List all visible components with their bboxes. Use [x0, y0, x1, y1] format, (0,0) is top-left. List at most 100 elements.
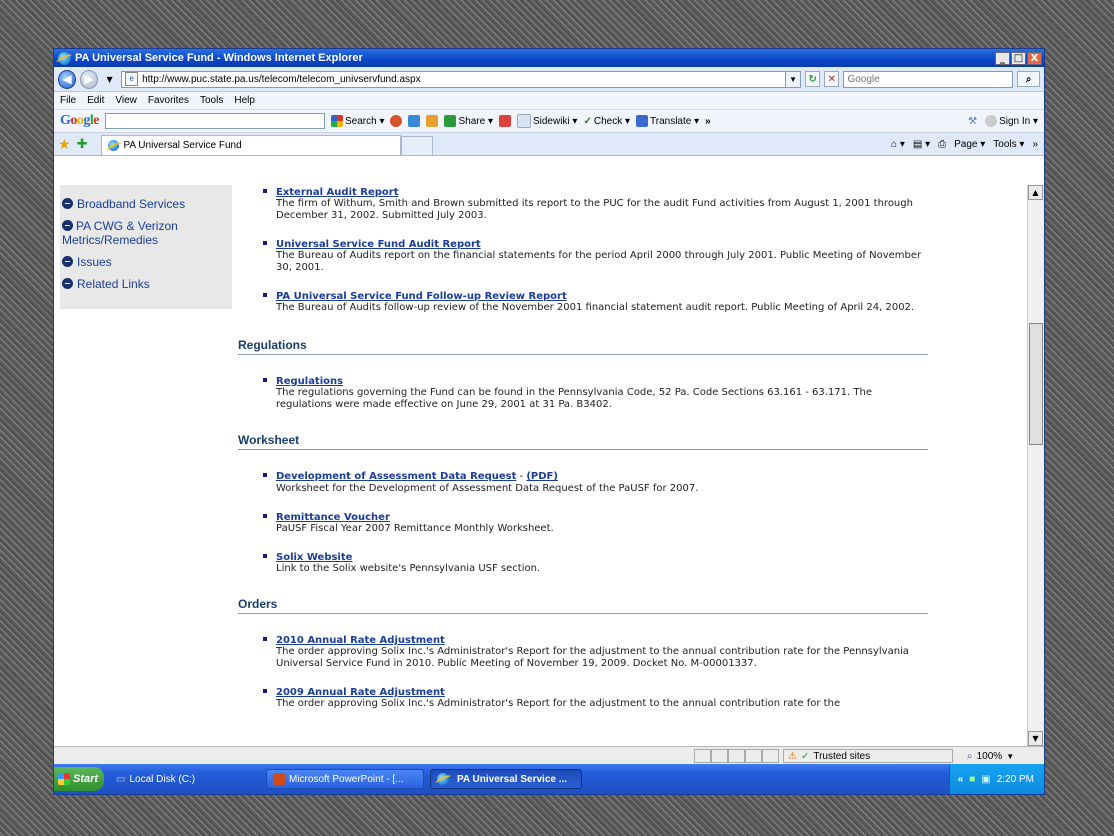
zoom-dropdown-icon: ▼ — [1006, 751, 1015, 761]
sidebar-item-issues[interactable]: Issues — [60, 251, 232, 273]
minimize-button[interactable]: _ — [995, 51, 1010, 65]
follow-up-review-link[interactable]: PA Universal Service Fund Follow-up Revi… — [276, 291, 567, 302]
popup-icon[interactable] — [390, 115, 403, 127]
regulations-link[interactable]: Regulations — [276, 376, 343, 387]
translate-label: Translate ▾ — [650, 115, 700, 127]
monitor-icon[interactable]: ▣ — [981, 774, 990, 785]
zoom-control[interactable]: ⌕ 100% ▼ — [967, 751, 1014, 762]
check-label: Check ▾ — [593, 115, 630, 127]
toolbar-more-chevron[interactable]: » — [705, 116, 711, 127]
back-button[interactable]: ◀ — [58, 69, 77, 89]
menu-tools[interactable]: Tools — [200, 95, 223, 106]
bullet-icon — [62, 198, 73, 209]
address-url: http://www.puc.state.pa.us/telecom/telec… — [142, 73, 421, 85]
search-input[interactable]: Google — [843, 70, 1014, 88]
address-dropdown-icon[interactable]: ▼ — [785, 71, 801, 87]
home-button[interactable]: ⌂ ▾ — [891, 139, 905, 150]
taskbar-item-ie[interactable]: PA Universal Service ... — [430, 769, 582, 789]
item-description: Link to the Solix website's Pennsylvania… — [276, 563, 541, 574]
external-audit-report-link[interactable]: External Audit Report — [276, 187, 398, 198]
solix-website-link[interactable]: Solix Website — [276, 552, 352, 563]
recent-pages-dropdown-icon[interactable]: ▼ — [102, 71, 117, 87]
print-button[interactable]: ⎙ — [938, 139, 946, 150]
vertical-scrollbar[interactable]: ▲ ▼ — [1027, 185, 1044, 746]
scroll-down-arrow-icon[interactable]: ▼ — [1028, 731, 1043, 746]
tab-ie-icon — [108, 140, 120, 151]
item-description: The Bureau of Audits report on the finan… — [276, 250, 922, 273]
sign-in-button[interactable]: Sign In ▾ — [985, 115, 1038, 127]
item-description: The order approving Solix Inc.'s Adminis… — [276, 698, 841, 709]
translate-button[interactable]: Translate ▾ — [636, 115, 699, 127]
maximize-button[interactable]: □ — [1011, 51, 1026, 65]
windows-flag-icon — [58, 773, 70, 785]
sidebar-item-label: Broadband Services — [77, 197, 186, 211]
tab-pa-universal-service-fund[interactable]: PA Universal Service Fund — [101, 135, 402, 155]
ie-icon — [58, 51, 71, 65]
command-more-chevron[interactable]: » — [1032, 139, 1038, 150]
tab-label: PA Universal Service Fund — [123, 140, 242, 151]
address-input[interactable]: e http://www.puc.state.pa.us/telecom/tel… — [121, 70, 802, 88]
list-item: Universal Service Fund Audit Report The … — [238, 238, 928, 274]
sidebar-item-pa-cwg-verizon[interactable]: PA CWG & Verizon Metrics/Remedies — [60, 215, 232, 251]
rate-adjustment-2010-link[interactable]: 2010 Annual Rate Adjustment — [276, 635, 445, 646]
tools-menu[interactable]: Tools ▾ — [993, 139, 1024, 150]
scroll-up-arrow-icon[interactable]: ▲ — [1028, 185, 1043, 200]
drive-icon: ▭ — [116, 773, 126, 785]
scroll-thumb[interactable] — [1029, 323, 1043, 445]
google-search-input[interactable] — [105, 113, 325, 129]
page-menu[interactable]: Page ▾ — [954, 139, 985, 150]
bookmark-icon[interactable] — [498, 115, 511, 127]
menu-edit[interactable]: Edit — [87, 95, 104, 106]
check-button[interactable]: ✓ Check ▾ — [583, 116, 630, 127]
command-bar: ⌂ ▾ ▤ ▾ ⎙ Page ▾ Tools ▾ » — [891, 139, 1044, 150]
feeds-button[interactable]: ▤ ▾ — [913, 139, 930, 150]
taskbar-item-local-disk[interactable]: ▭ Local Disk (C:) — [110, 769, 260, 789]
checkmark-icon: ✓ — [800, 750, 810, 762]
wrench-icon[interactable]: ⚒ — [968, 116, 977, 127]
new-tab-button[interactable] — [401, 136, 434, 156]
close-button[interactable]: X — [1027, 51, 1042, 65]
rate-adjustment-2009-link[interactable]: 2009 Annual Rate Adjustment — [276, 687, 445, 698]
add-favorites-icon[interactable]: ✚ — [77, 136, 88, 152]
google-search-button[interactable]: Search ▾ — [331, 115, 384, 127]
menu-view[interactable]: View — [115, 95, 137, 106]
sidewiki-button[interactable]: Sidewiki ▾ — [516, 114, 578, 128]
pdf-link[interactable]: (PDF) — [526, 471, 558, 482]
network-icon[interactable]: ■ — [969, 774, 975, 785]
search-button-icon[interactable]: ⌕ — [1017, 71, 1040, 87]
clock[interactable]: 2:20 PM — [997, 774, 1034, 785]
sidebar-item-broadband-services[interactable]: Broadband Services — [60, 193, 232, 215]
list-item: Remittance Voucher PaUSF Fiscal Year 200… — [238, 511, 928, 535]
title-bar: PA Universal Service Fund - Windows Inte… — [54, 49, 1044, 67]
taskbar-item-powerpoint[interactable]: Microsoft PowerPoint - [... — [266, 769, 424, 789]
sidebar-item-related-links[interactable]: Related Links — [60, 273, 232, 295]
bullet-icon — [62, 256, 73, 267]
search-placeholder: Google — [847, 73, 880, 85]
refresh-icon[interactable]: ↻ — [805, 71, 821, 87]
menu-help[interactable]: Help — [234, 95, 255, 106]
share-button[interactable]: Share ▾ — [444, 115, 493, 127]
favorites-star-icon[interactable]: ★ — [58, 136, 71, 153]
user-icon — [985, 115, 998, 127]
status-cell — [762, 749, 779, 763]
google-g-icon — [331, 115, 343, 127]
section-heading-worksheet: Worksheet — [238, 433, 928, 450]
sidewiki-label: Sidewiki ▾ — [532, 115, 578, 127]
tray-expand-icon[interactable]: « — [958, 774, 964, 785]
menu-favorites[interactable]: Favorites — [148, 95, 189, 106]
list-item: PA Universal Service Fund Follow-up Revi… — [238, 290, 928, 314]
usf-audit-report-link[interactable]: Universal Service Fund Audit Report — [276, 239, 481, 250]
tab-bar: ★ ✚ PA Universal Service Fund ⌂ ▾ ▤ ▾ ⎙ … — [54, 133, 1044, 156]
remittance-voucher-link[interactable]: Remittance Voucher — [276, 512, 390, 523]
security-zone[interactable]: ⚠ ✓ Trusted sites — [783, 749, 953, 763]
stop-icon[interactable]: ✕ — [824, 71, 840, 87]
start-button[interactable]: Start — [54, 767, 104, 791]
pencil-icon[interactable] — [426, 115, 439, 127]
plus-icon[interactable] — [408, 115, 421, 127]
menu-file[interactable]: File — [60, 95, 76, 106]
assessment-data-request-link[interactable]: Development of Assessment Data Request — [276, 471, 516, 482]
share-icon — [444, 115, 457, 127]
zone-label: Trusted sites — [813, 750, 871, 762]
menu-bar: File Edit View Favorites Tools Help — [54, 92, 1044, 110]
forward-button[interactable]: ▶ — [80, 69, 99, 89]
